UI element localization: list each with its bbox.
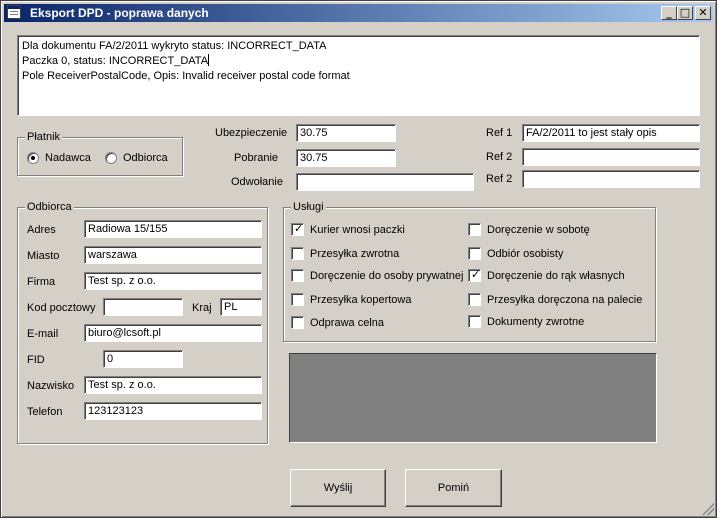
minimize-button[interactable]: _ [661, 6, 677, 20]
checkbox-odbior-osobisty[interactable] [468, 247, 481, 260]
doreczenie-do-osoby-prywatnej-label[interactable]: Doręczenie do osoby prywatnej [310, 270, 463, 283]
pobranie-input[interactable]: 30.75 [296, 149, 396, 167]
check-icon: ✓ [294, 222, 304, 235]
ubezpieczenie-input[interactable]: 30.75 [296, 124, 396, 142]
email-value: biuro@lcsoft.pl [88, 327, 161, 339]
odbior-osobisty-label[interactable]: Odbiór osobisty [487, 248, 563, 261]
checkbox-odprawa-celna[interactable] [291, 316, 304, 329]
nazwisko-input[interactable]: Test sp. z o.o. [84, 376, 262, 394]
close-icon: ✕ [698, 6, 708, 19]
ref1-label: Ref 1 [486, 127, 513, 139]
checkbox-przesylka-kopertowa[interactable] [291, 293, 304, 306]
checkbox-doreczenie-do-rak-wlasnych[interactable]: ✓ [468, 268, 481, 282]
maximize-button[interactable]: □ [677, 6, 693, 20]
uslugi-group-title: Usługi [291, 200, 326, 214]
ref2-input[interactable] [522, 148, 700, 166]
title-bar[interactable]: Eksport DPD - poprawa danych _ □ ✕ [4, 4, 713, 22]
log-line: Pole ReceiverPostalCode, Opis: Invalid r… [22, 70, 350, 82]
email-label: E-mail [27, 328, 59, 340]
radio-nadawca[interactable] [27, 152, 39, 164]
odprawa-celna-label[interactable]: Odprawa celna [310, 317, 384, 330]
checkbox-kurier-wnosi-paczki[interactable]: ✓ [291, 222, 304, 236]
preview-panel [289, 353, 657, 443]
doreczenie-do-rak-wlasnych-label[interactable]: Doręczenie do rąk własnych [487, 270, 625, 283]
firma-label: Firma [27, 276, 56, 288]
kurier-wnosi-paczki-label[interactable]: Kurier wnosi paczki [310, 224, 405, 237]
log-text: Dla dokumentu FA/2/2011 wykryto status: … [22, 39, 695, 84]
miasto-input[interactable]: warszawa [84, 246, 262, 264]
firma-value: Test sp. z o.o. [88, 275, 156, 287]
skip-button[interactable]: Pomiń [405, 469, 502, 507]
ubezpieczenie-label: Ubezpieczenie [215, 127, 288, 139]
fid-value: 0 [107, 353, 114, 365]
skip-button-label: Pomiń [437, 482, 470, 494]
log-line: Dla dokumentu FA/2/2011 wykryto status: … [22, 40, 327, 52]
window-title: Eksport DPD - poprawa danych [30, 6, 209, 20]
przesylka-kopertowa-label[interactable]: Przesyłka kopertowa [310, 294, 412, 307]
text-cursor [208, 54, 210, 66]
radio-selected-dot [31, 156, 35, 160]
close-button[interactable]: ✕ [695, 6, 711, 20]
dokumenty-zwrotne-label[interactable]: Dokumenty zwrotne [487, 316, 584, 329]
radio-nadawca-label[interactable]: Nadawca [45, 152, 91, 165]
firma-input[interactable]: Test sp. z o.o. [84, 272, 262, 290]
telefon-label: Telefon [27, 406, 63, 418]
ref2-label: Ref 2 [486, 151, 513, 163]
email-input[interactable]: biuro@lcsoft.pl [84, 324, 262, 342]
maximize-icon: □ [679, 6, 691, 19]
radio-odbiorca-label[interactable]: Odbiorca [123, 152, 168, 165]
kod-pocztowy-input[interactable] [103, 298, 183, 316]
platnik-group-title: Płatnik [25, 130, 63, 144]
kraj-input[interactable]: PL [220, 298, 262, 316]
odbiorca-group-title: Odbiorca [25, 200, 74, 214]
nazwisko-value: Test sp. z o.o. [88, 379, 156, 391]
checkbox-doreczenie-do-osoby-prywatnej[interactable] [291, 269, 304, 282]
check-icon: ✓ [471, 268, 481, 281]
przesylka-zwrotna-label[interactable]: Przesyłka zwrotna [310, 248, 399, 261]
doreczenie-w-sobote-label[interactable]: Doręczenie w sobotę [487, 224, 590, 237]
log-textarea[interactable]: Dla dokumentu FA/2/2011 wykryto status: … [17, 35, 700, 116]
fid-label: FID [27, 354, 45, 366]
checkbox-przesylka-zwrotna[interactable] [291, 247, 304, 260]
resize-grip[interactable] [702, 503, 714, 515]
kraj-label: Kraj [192, 302, 212, 314]
odwolanie-input[interactable] [296, 173, 474, 191]
miasto-value: warszawa [88, 249, 137, 261]
checkbox-dokumenty-zwrotne[interactable] [468, 315, 481, 328]
ref3-label: Ref 2 [486, 173, 513, 185]
odwolanie-label: Odwołanie [231, 176, 283, 188]
adres-value: Radiowa 15/155 [88, 223, 168, 235]
log-line: Paczka 0, status: INCORRECT_DATA [22, 55, 209, 67]
kraj-value: PL [224, 301, 238, 313]
ref3-input[interactable] [522, 170, 700, 188]
checkbox-przesylka-na-palecie[interactable] [468, 293, 481, 306]
adres-input[interactable]: Radiowa 15/155 [84, 220, 262, 238]
ref1-value: FA/2/2011 to jest stały opis [526, 127, 657, 139]
nazwisko-label: Nazwisko [27, 380, 75, 392]
fid-input[interactable]: 0 [103, 350, 183, 368]
minimize-icon: _ [666, 6, 672, 19]
przesylka-na-palecie-label[interactable]: Przesyłka doręczona na palecie [487, 294, 642, 307]
send-button[interactable]: Wyślij [290, 469, 386, 507]
radio-odbiorca[interactable] [105, 152, 117, 164]
ubezpieczenie-value: 30.75 [300, 127, 328, 139]
adres-label: Adres [27, 224, 56, 236]
send-button-label: Wyślij [323, 482, 353, 494]
telefon-input[interactable]: 123123123 [84, 402, 262, 420]
telefon-value: 123123123 [88, 405, 144, 417]
dpd-export-window: Eksport DPD - poprawa danych _ □ ✕ Dla d… [0, 0, 717, 518]
kod-pocztowy-label: Kod pocztowy [27, 302, 96, 314]
app-icon [7, 5, 21, 19]
miasto-label: Miasto [27, 250, 60, 262]
pobranie-label: Pobranie [234, 152, 279, 164]
pobranie-value: 30.75 [300, 152, 328, 164]
checkbox-doreczenie-w-sobote[interactable] [468, 223, 481, 236]
ref1-input[interactable]: FA/2/2011 to jest stały opis [522, 124, 700, 142]
